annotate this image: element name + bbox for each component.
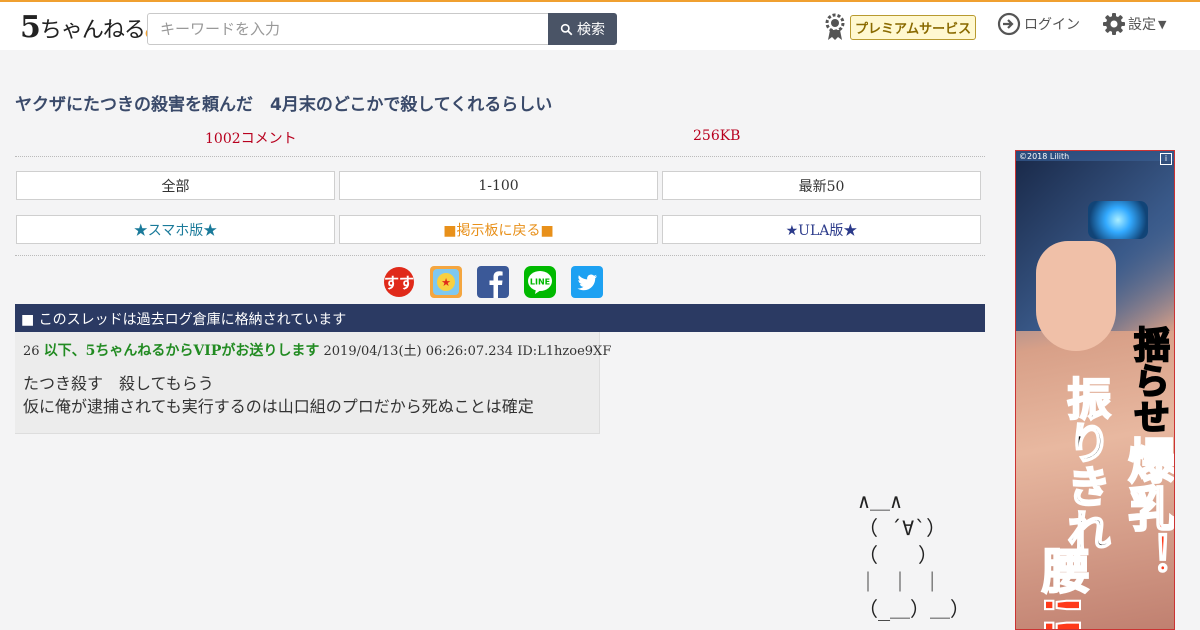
ascii-art-cat: ∧＿∧ （ ´∀`） （ ） ｜ ｜ ｜ （_＿）＿） <box>858 489 971 621</box>
post-line: 仮に俺が逮捕されても実行するのは山口組のプロだから死ぬことは確定 <box>23 397 534 416</box>
login-label: ログイン <box>1024 17 1080 33</box>
ad-text: 揺らせ <box>1127 325 1170 435</box>
divider <box>15 255 985 256</box>
search-button[interactable]: 検索 <box>548 13 617 45</box>
comment-count: 1002コメント <box>205 131 297 147</box>
nav-latest-50[interactable]: 最新50 <box>662 171 981 200</box>
svg-text:★: ★ <box>441 276 451 289</box>
login-link[interactable]: ログイン <box>997 12 1080 36</box>
svg-text:すす: すす <box>384 274 414 292</box>
post-author: 以下、5ちゃんねるからVIPがお送りします <box>43 343 320 359</box>
top-header: 5ちゃんねる● 検索 プレミアムサービス ログイン <box>0 0 1200 50</box>
ad-text: 爆乳！ <box>1118 435 1175 581</box>
post: 26 以下、5ちゃんねるからVIPがお送りします 2019/04/13(土) 0… <box>15 332 611 434</box>
nav-back-to-board[interactable]: ■掲示板に戻る■ <box>339 215 658 244</box>
premium-service-link[interactable]: プレミアムサービス <box>824 13 977 41</box>
post-datetime: 2019/04/13(土) 06:26:07.234 <box>323 344 514 359</box>
site-logo[interactable]: 5ちゃんねる● <box>20 10 157 45</box>
bookmark-icon[interactable]: ★ <box>430 266 462 298</box>
login-icon <box>997 12 1021 36</box>
twitter-icon[interactable] <box>571 266 603 298</box>
nav-smartphone[interactable]: ★スマホ版★ <box>16 215 335 244</box>
thread-size: 256KB <box>693 128 741 144</box>
nav-1-100[interactable]: 1-100 <box>339 171 658 200</box>
award-icon <box>825 13 845 40</box>
ad-info-icon[interactable]: i <box>1160 153 1172 165</box>
thread-meta: 1002コメント 256KB <box>15 126 985 157</box>
search-input[interactable] <box>147 13 549 45</box>
svg-text:LINE: LINE <box>530 278 550 287</box>
post-id[interactable]: ID:L1hzoe9XF <box>517 344 611 359</box>
nav-ula[interactable]: ★ULA版★ <box>662 215 981 244</box>
ad-text: 腰!! <box>1032 545 1090 630</box>
post-body: たつき殺す 殺してもらう 仮に俺が逮捕されても実行するのは山口組のプロだから死ぬ… <box>23 372 591 418</box>
settings-menu[interactable]: 設定 ▼ <box>1102 12 1166 36</box>
post-line: たつき殺す 殺してもらう <box>23 374 214 393</box>
search-icon <box>560 23 573 35</box>
gear-icon <box>1103 13 1125 35</box>
nav-all[interactable]: 全部 <box>16 171 335 200</box>
sukuzu-icon[interactable]: すす <box>383 266 415 298</box>
ad-illustration-visor <box>1088 201 1148 239</box>
ad-text: 振りきれ <box>1058 375 1111 553</box>
thread-title: ヤクザにたつきの殺害を頼んだ 4月末のどこかで殺してくれるらしい <box>15 95 553 115</box>
post-header: 26 以下、5ちゃんねるからVIPがお送りします 2019/04/13(土) 0… <box>23 340 611 360</box>
archived-notice: ■ このスレッドは過去ログ倉庫に格納されています <box>15 304 985 332</box>
caret-down-icon: ▼ <box>1158 17 1167 31</box>
line-icon[interactable]: LINE <box>524 266 556 298</box>
facebook-icon[interactable] <box>477 266 509 298</box>
advertisement-banner[interactable]: ©2018 Lilith i 揺らせ 振りきれ 爆乳！ 腰!! <box>1015 150 1175 630</box>
premium-service-badge: プレミアムサービス <box>850 14 977 40</box>
search-button-label: 検索 <box>577 22 605 38</box>
settings-label: 設定 <box>1128 17 1156 33</box>
ad-illustration-face <box>1036 241 1116 351</box>
ad-copyright: ©2018 Lilith <box>1019 152 1070 161</box>
post-number[interactable]: 26 <box>23 344 40 359</box>
